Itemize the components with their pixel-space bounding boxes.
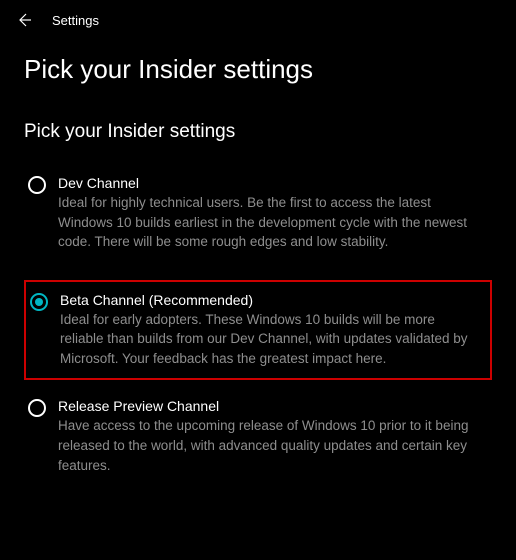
option-label-release: Release Preview Channel (58, 398, 488, 414)
header-bar: Settings (0, 0, 516, 40)
radio-beta-channel[interactable] (30, 293, 48, 311)
option-label-beta: Beta Channel (Recommended) (60, 292, 486, 308)
option-content: Beta Channel (Recommended) Ideal for ear… (60, 292, 486, 369)
option-label-dev: Dev Channel (58, 175, 488, 191)
option-content: Release Preview Channel Have access to t… (58, 398, 488, 475)
section-title: Pick your Insider settings (24, 121, 492, 143)
header-title: Settings (52, 13, 99, 28)
option-beta-channel[interactable]: Beta Channel (Recommended) Ideal for ear… (24, 280, 492, 381)
option-dev-channel[interactable]: Dev Channel Ideal for highly technical u… (24, 169, 492, 258)
back-icon[interactable] (16, 12, 32, 28)
radio-release-preview-channel[interactable] (28, 399, 46, 417)
page-title: Pick your Insider settings (24, 54, 492, 85)
content-area: Pick your Insider settings Pick your Ins… (0, 40, 516, 517)
option-description-beta: Ideal for early adopters. These Windows … (60, 310, 480, 369)
option-description-dev: Ideal for highly technical users. Be the… (58, 193, 478, 252)
option-description-release: Have access to the upcoming release of W… (58, 416, 478, 475)
radio-dev-channel[interactable] (28, 176, 46, 194)
option-release-preview-channel[interactable]: Release Preview Channel Have access to t… (24, 392, 492, 481)
option-content: Dev Channel Ideal for highly technical u… (58, 175, 488, 252)
